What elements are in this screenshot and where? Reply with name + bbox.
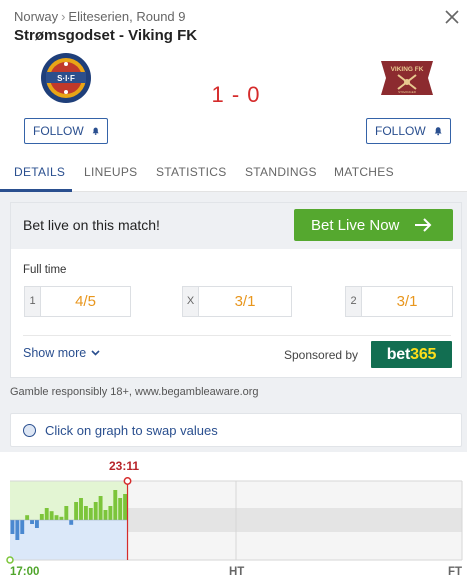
bell-icon: [434, 127, 442, 136]
bet-live-prompt: Bet live on this match!: [23, 217, 160, 233]
momentum-bar: [20, 520, 25, 534]
momentum-bar: [74, 502, 79, 520]
betting-card: Bet live on this match! Bet Live Now Ful…: [10, 202, 462, 378]
gamble-responsibly-disclaimer: Gamble responsibly 18+, www.begambleawar…: [10, 386, 259, 398]
follow-home-button[interactable]: FOLLOW: [24, 118, 108, 144]
graph-future-band: [127, 508, 463, 532]
momentum-bar: [118, 498, 123, 520]
svg-text:VIKING FK: VIKING FK: [391, 66, 424, 73]
momentum-bar: [10, 520, 15, 534]
momentum-bar: [64, 506, 69, 520]
graph-start-time: 17:00: [10, 566, 40, 578]
breadcrumb-separator: ›: [61, 9, 66, 24]
momentum-bar: [25, 515, 30, 520]
momentum-bar: [34, 520, 39, 528]
odds-outcome-label: 2: [346, 287, 362, 316]
momentum-bar: [44, 508, 49, 520]
momentum-bar: [39, 514, 44, 520]
momentum-bar: [69, 520, 74, 525]
show-more-label: Show more: [23, 346, 87, 360]
momentum-bar: [108, 506, 113, 520]
momentum-bar: [103, 510, 108, 520]
show-more-button[interactable]: Show more: [23, 346, 100, 360]
momentum-bar: [15, 520, 20, 540]
bet-live-now-button[interactable]: Bet Live Now: [294, 209, 453, 241]
momentum-bar: [98, 496, 103, 520]
momentum-bar: [54, 515, 59, 520]
momentum-bar: [79, 498, 83, 520]
match-tabs: DETAILS LINEUPS STATISTICS STANDINGS MAT…: [0, 156, 467, 192]
tab-statistics[interactable]: STATISTICS: [156, 156, 227, 192]
momentum-bar: [123, 494, 128, 520]
odds-home-win[interactable]: 1 4/5: [24, 286, 131, 317]
momentum-chart[interactable]: [0, 452, 467, 584]
momentum-bar: [93, 502, 98, 520]
graph-fulltime-label: FT: [448, 566, 463, 578]
tab-standings[interactable]: STANDINGS: [245, 156, 317, 192]
breadcrumb: Norway › Eliteserien, Round 9: [14, 9, 186, 24]
bet-live-now-label: Bet Live Now: [311, 216, 400, 234]
odds-away-win[interactable]: 2 3/1: [345, 286, 453, 317]
svg-text:S·I·F: S·I·F: [57, 74, 75, 83]
match-title: Strømsgodset - Viking FK: [14, 27, 198, 44]
momentum-bar: [59, 516, 64, 520]
close-icon[interactable]: [443, 8, 461, 26]
odds-outcome-label: 1: [25, 287, 41, 316]
momentum-bar: [113, 490, 118, 520]
odds-draw[interactable]: X 3/1: [182, 286, 292, 317]
bell-icon: [92, 127, 99, 135]
swap-radio-icon[interactable]: [23, 424, 36, 437]
swap-values-hint: Click on graph to swap values: [45, 423, 218, 438]
match-momentum-graph[interactable]: 23:11 17:00 HT FT: [0, 452, 467, 584]
momentum-bar: [49, 511, 54, 520]
current-time-dot: [123, 477, 132, 485]
tab-lineups[interactable]: LINEUPS: [84, 156, 137, 192]
odds-value: 3/1: [234, 293, 256, 310]
bet365-logo[interactable]: bet365: [371, 341, 452, 368]
home-team-logo[interactable]: S·I·F: [36, 52, 96, 104]
breadcrumb-country[interactable]: Norway: [14, 9, 58, 24]
svg-text:STAVANGER: STAVANGER: [398, 90, 417, 94]
away-team-logo[interactable]: VIKING FK STAVANGER: [378, 58, 436, 98]
follow-home-label: FOLLOW: [33, 124, 84, 138]
tab-details[interactable]: DETAILS: [14, 156, 65, 192]
odds-period-label: Full time: [23, 264, 67, 276]
tab-matches[interactable]: MATCHES: [334, 156, 394, 192]
swap-values-toggle[interactable]: Click on graph to swap values: [10, 413, 462, 447]
graph-halftime-label: HT: [229, 566, 245, 578]
odds-value: 4/5: [75, 293, 96, 310]
sponsored-by-label: Sponsored by: [284, 348, 359, 362]
odds-outcome-label: X: [183, 287, 199, 316]
chevron-down-icon: [91, 350, 100, 356]
bet365-logo-part2: 365: [410, 346, 437, 363]
momentum-bar: [88, 508, 93, 520]
graph-away-area: [10, 520, 128, 560]
breadcrumb-competition[interactable]: Eliteserien, Round 9: [68, 9, 185, 24]
arrow-right-icon: [415, 218, 432, 232]
match-header: Norway › Eliteserien, Round 9 Strømsgodset…: [0, 0, 467, 150]
betting-divider: [23, 335, 451, 336]
match-score: 1 - 0: [211, 82, 261, 107]
bet365-logo-part1: bet: [386, 346, 411, 363]
current-time-label: 23:11: [109, 459, 140, 473]
momentum-bar: [30, 520, 34, 524]
follow-away-label: FOLLOW: [375, 124, 426, 138]
follow-away-button[interactable]: FOLLOW: [366, 118, 451, 144]
graph-start-dot: [6, 556, 14, 564]
odds-value: 3/1: [396, 293, 418, 310]
momentum-bar: [83, 506, 88, 520]
betting-card-header: Bet live on this match! Bet Live Now: [11, 203, 461, 249]
